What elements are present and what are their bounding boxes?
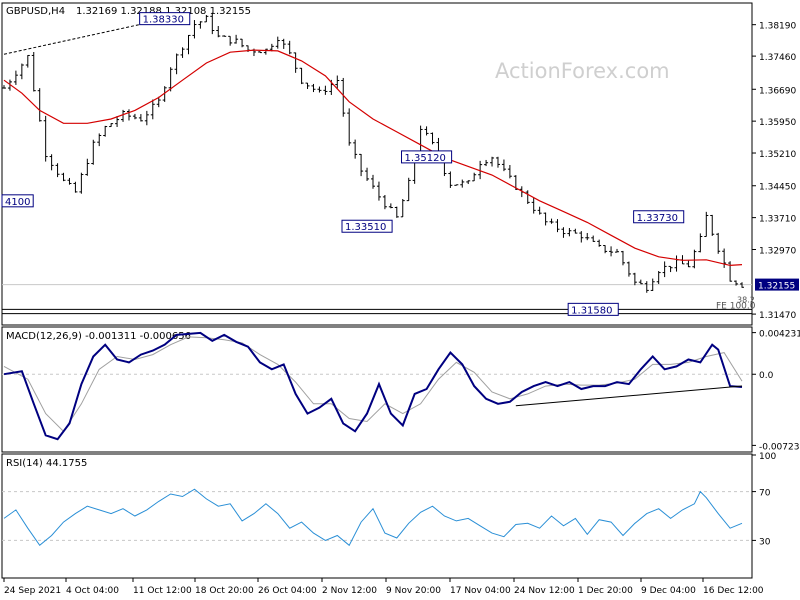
price-axis-label: 1.33710 (759, 215, 796, 225)
macd-axis-label: 0.0 (759, 371, 774, 381)
price-label: 1.38330 (139, 12, 191, 26)
time-axis-label: 24 Nov 12:00 (514, 586, 575, 596)
price-label-text: 4100 (5, 197, 30, 208)
fib-label-small: 38.2 (737, 295, 755, 304)
watermark: ActionForex.com (495, 59, 670, 83)
time-axis-label: 18 Oct 20:00 (195, 586, 254, 596)
macd-axis-label: 0.004231 (759, 330, 800, 340)
price-label: 1.35120 (401, 150, 453, 164)
time-axis-label: 26 Oct 04:00 (258, 586, 317, 596)
rsi-axis-label: 100 (759, 452, 776, 462)
price-axis-label: 1.38190 (759, 22, 796, 32)
macd-panel-title: MACD(12,26,9) -0.001311 -0.000656 (6, 331, 191, 342)
price-label: 1.31580 (567, 302, 619, 316)
price-axis-label: 1.35210 (759, 150, 796, 160)
price-label-text: 1.33730 (637, 213, 678, 224)
time-axis-label: 17 Nov 04:00 (450, 586, 511, 596)
macd-axis-label: -0.00723 (759, 442, 799, 452)
price-panel-frame (1, 2, 753, 326)
time-axis-label: 24 Sep 2021 (4, 586, 61, 596)
price-axis-label: 1.35950 (759, 118, 796, 128)
rsi-panel-title: RSI(14) 44.1755 (6, 458, 87, 469)
price-axis-label: 1.32155 (758, 282, 795, 292)
time-axis-label: 9 Nov 20:00 (386, 586, 441, 596)
time-axis-label: 16 Dec 12:00 (703, 586, 764, 596)
rsi-axis-label: 70 (759, 489, 771, 499)
rsi-axis-label: 30 (759, 537, 771, 547)
price-label: 4100 (1, 194, 34, 208)
time-axis-label: 4 Oct 04:00 (66, 586, 119, 596)
time-axis-label: 9 Dec 04:00 (641, 586, 696, 596)
price-label-text: 1.35120 (405, 153, 446, 164)
price-axis-label: 1.37460 (759, 53, 796, 63)
time-axis-label: 2 Nov 12:00 (322, 586, 377, 596)
price-panel-title: GBPUSD,H4 (6, 6, 65, 17)
forex-chart: ActionForex.com GBPUSD,H4 1.32169 1.3218… (1, 2, 800, 596)
price-label: 1.33730 (633, 210, 685, 224)
price-axis-label: 1.31470 (759, 311, 796, 321)
price-label-text: 1.31580 (571, 305, 612, 316)
price-axis-label: 1.34450 (759, 183, 796, 193)
price-label: 1.33510 (341, 219, 393, 233)
price-axis-label: 1.36690 (759, 86, 796, 96)
time-axis-label: 1 Dec 20:00 (578, 586, 633, 596)
time-axis-label: 11 Oct 12:00 (133, 586, 192, 596)
price-label-text: 1.33510 (345, 222, 386, 233)
price-axis-label: 1.32970 (759, 246, 796, 256)
price-label-text: 1.38330 (143, 15, 184, 26)
